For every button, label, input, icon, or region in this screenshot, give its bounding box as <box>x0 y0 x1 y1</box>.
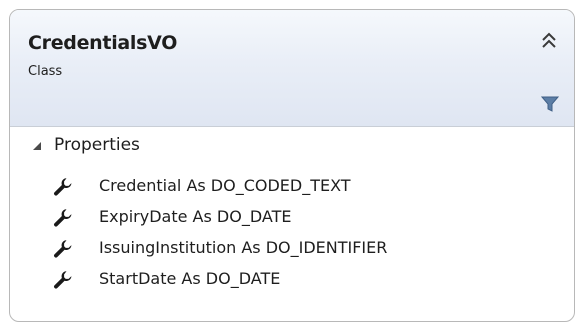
property-label: IssuingInstitution As DO_IDENTIFIER <box>99 238 388 257</box>
class-name: CredentialsVO <box>28 32 178 54</box>
properties-list: Credential As DO_CODED_TEXT ExpiryDate A… <box>10 165 574 297</box>
properties-section-label: Properties <box>54 135 140 155</box>
property-item[interactable]: IssuingInstitution As DO_IDENTIFIER <box>10 235 574 266</box>
filter-icon[interactable] <box>540 94 560 114</box>
property-label: Credential As DO_CODED_TEXT <box>99 176 351 195</box>
wrench-icon <box>54 178 72 196</box>
class-shape[interactable]: CredentialsVO Class Properties Credentia… <box>9 9 575 322</box>
wrench-icon <box>54 240 72 258</box>
expanded-triangle-icon[interactable] <box>32 141 42 151</box>
wrench-icon <box>54 209 72 227</box>
property-label: ExpiryDate As DO_DATE <box>99 207 292 226</box>
class-kind: Class <box>28 64 63 79</box>
properties-section-header[interactable]: Properties <box>10 127 574 165</box>
property-label: StartDate As DO_DATE <box>99 269 281 288</box>
wrench-icon <box>54 271 72 289</box>
property-item[interactable]: ExpiryDate As DO_DATE <box>10 204 574 235</box>
collapse-chevron-icon[interactable] <box>538 30 560 52</box>
class-header[interactable]: CredentialsVO Class <box>10 10 574 127</box>
property-item[interactable]: StartDate As DO_DATE <box>10 266 574 297</box>
property-item[interactable]: Credential As DO_CODED_TEXT <box>10 173 574 204</box>
